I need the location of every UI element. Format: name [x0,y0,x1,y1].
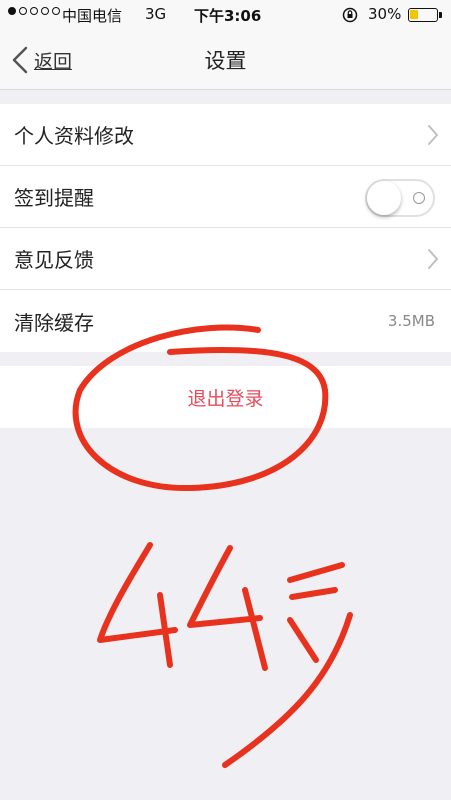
settings-item-label: 意见反馈 [14,248,94,272]
checkin-reminder-toggle[interactable] [365,179,435,217]
status-bar: 中国电信 3G 下午3:06 30% [0,0,451,30]
chevron-right-icon [428,249,438,269]
settings-item-feedback[interactable]: 意见反馈 [0,228,451,290]
battery-icon [408,8,442,22]
status-time: 下午3:06 [194,7,262,25]
toggle-off-indicator-icon [413,192,425,204]
settings-item-profile[interactable]: 个人资料修改 [0,104,451,166]
battery-percentage: 30% [368,5,402,23]
battery-fill [410,10,418,19]
logout-button[interactable]: 退出登录 [0,366,451,428]
navigation-bar: 返回 设置 [0,30,451,90]
settings-item-label: 签到提醒 [14,186,94,210]
settings-item-checkin-reminder: 签到提醒 [0,166,451,228]
rotation-lock-icon [342,7,358,23]
carrier-name: 中国电信 [62,7,123,25]
cache-size-value: 3.5MB [387,312,435,330]
settings-item-clear-cache[interactable]: 清除缓存 3.5MB [0,290,451,352]
settings-list: 个人资料修改 签到提醒 意见反馈 清除缓存 3.5MB [0,104,451,352]
chevron-right-icon [428,125,438,145]
page-title: 设置 [204,49,247,73]
network-type: 3G [145,5,167,23]
toggle-knob [367,181,401,215]
settings-item-label: 个人资料修改 [14,124,134,148]
logout-button-label: 退出登录 [187,387,264,410]
signal-strength-icon [8,7,60,15]
settings-item-label: 清除缓存 [14,310,94,335]
